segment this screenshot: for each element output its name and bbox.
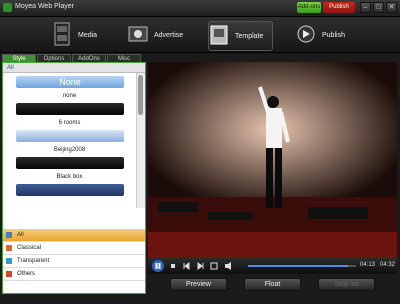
close-button[interactable]: ✕ xyxy=(386,2,397,13)
stop-icon[interactable] xyxy=(171,264,175,268)
category-others-icon xyxy=(6,271,12,277)
pause-icon[interactable] xyxy=(152,260,164,272)
template-label: Beijing2008 xyxy=(53,147,86,153)
scrollbar-thumb[interactable] xyxy=(138,75,143,115)
fullscreen-icon[interactable] xyxy=(210,262,218,270)
category-label: Classical xyxy=(17,245,42,251)
template-item-none[interactable]: None xyxy=(16,76,124,88)
title-bar: Moyea Web Player Add-ons Publish – □ ✕ xyxy=(0,0,400,17)
filter-label: All xyxy=(3,63,145,73)
nav-publish-label: Publish xyxy=(322,32,345,39)
template-icon xyxy=(210,25,228,45)
advertise-icon xyxy=(128,26,148,42)
float-button[interactable]: Float xyxy=(244,278,301,291)
category-classical[interactable]: Classical xyxy=(3,242,145,255)
nav-media[interactable]: Media xyxy=(52,21,122,49)
template-label: 6 rooms xyxy=(58,120,81,126)
nav-advertise[interactable]: Advertise xyxy=(128,21,203,49)
template-label: none xyxy=(62,93,77,99)
app-title: Moyea Web Player xyxy=(15,3,75,10)
category-all-icon xyxy=(6,232,12,238)
template-item-none-dark[interactable] xyxy=(16,103,124,115)
app-icon xyxy=(3,3,12,12)
template-item-6rooms[interactable] xyxy=(16,130,124,142)
nav-template-label: Template xyxy=(235,33,264,40)
category-classical-icon xyxy=(6,245,12,251)
preview-actions: Preview Float Stop ad xyxy=(148,276,397,294)
time-total: 04:32 xyxy=(380,262,396,268)
template-item-beijing2008[interactable] xyxy=(16,157,124,169)
template-label: Black box xyxy=(56,174,83,180)
stop-ad-button[interactable]: Stop ad xyxy=(318,278,375,291)
publish-top-button[interactable]: Publish xyxy=(323,2,355,13)
nav-advertise-label: Advertise xyxy=(154,32,184,39)
category-all[interactable]: All xyxy=(3,229,145,242)
template-sidebar: All None none 6 rooms Beijing2008 Black … xyxy=(2,62,146,294)
category-transparent-icon xyxy=(6,258,12,264)
top-navigation: Media Advertise Template Publish xyxy=(0,17,400,53)
player-controls: 04:13 04:32 xyxy=(148,258,397,274)
category-label: All xyxy=(17,232,24,238)
video-preview[interactable] xyxy=(148,62,397,258)
video-frame xyxy=(148,62,397,258)
nav-template[interactable]: Template xyxy=(208,21,273,51)
progress-fill xyxy=(248,265,348,267)
prev-icon[interactable] xyxy=(183,262,190,270)
template-item-blackbox[interactable] xyxy=(16,184,124,196)
category-list: All Classical Transparent Others xyxy=(3,229,145,281)
maximize-button[interactable]: □ xyxy=(373,2,384,13)
category-transparent[interactable]: Transparent xyxy=(3,255,145,268)
film-icon xyxy=(54,22,70,46)
nav-media-label: Media xyxy=(78,32,98,39)
category-label: Others xyxy=(17,271,36,277)
next-icon[interactable] xyxy=(197,262,204,270)
nav-publish[interactable]: Publish xyxy=(296,21,356,49)
category-label: Transparent xyxy=(17,258,50,264)
category-others[interactable]: Others xyxy=(3,268,145,281)
time-current: 04:13 xyxy=(360,262,376,268)
template-scrollbar[interactable] xyxy=(136,73,145,208)
volume-icon[interactable] xyxy=(225,262,231,270)
addons-button[interactable]: Add-ons xyxy=(297,2,321,13)
minimize-button[interactable]: – xyxy=(360,2,371,13)
preview-button[interactable]: Preview xyxy=(170,278,227,291)
publish-icon xyxy=(297,25,315,43)
